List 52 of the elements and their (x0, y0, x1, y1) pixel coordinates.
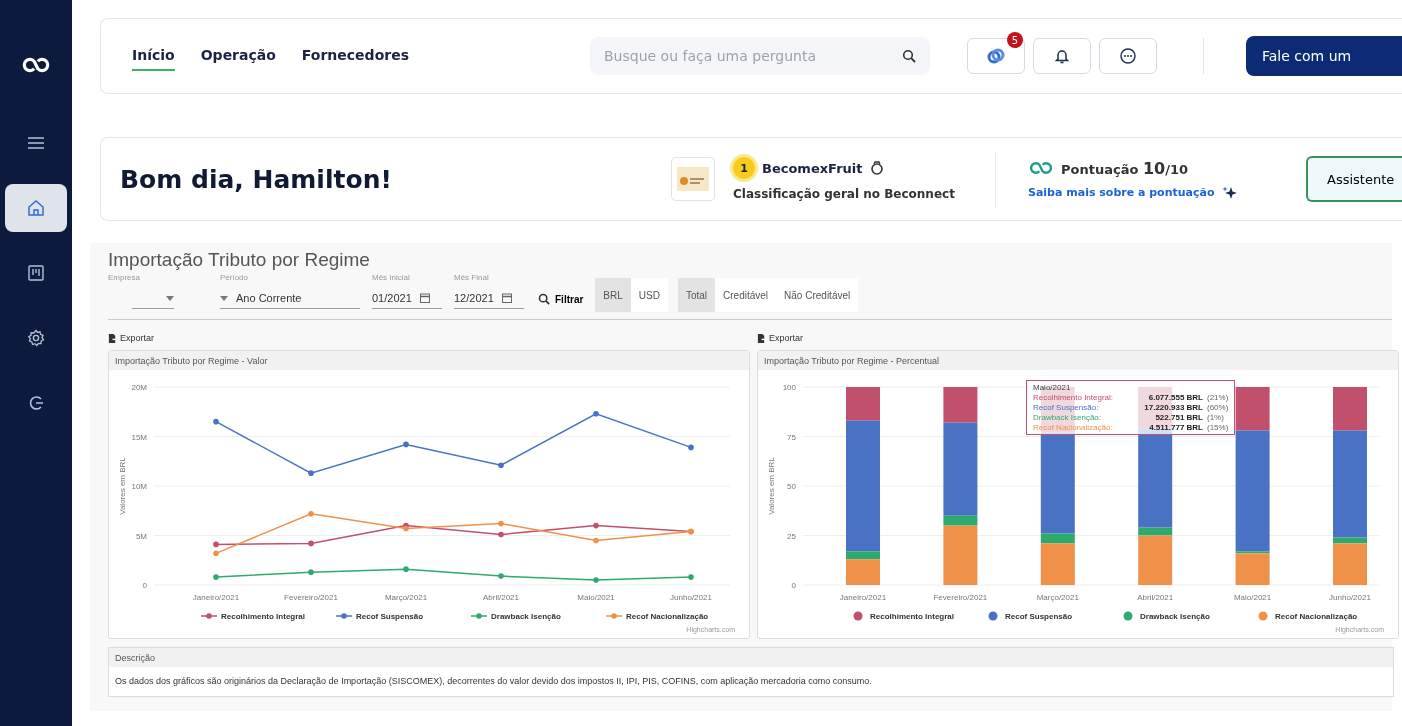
tooltip-value: 522.751 BRL (1154, 413, 1203, 422)
tooltip-value: 17.220.933 BRL (1143, 403, 1203, 412)
axis-tick-label: Fevereiro/2021 (284, 593, 338, 602)
axis-tick-label: 100 (782, 383, 796, 392)
axis-tick-label: 0 (791, 581, 796, 590)
axis-tick-label: 0 (142, 581, 147, 590)
axis-tick-label: Abril/2021 (1137, 593, 1174, 602)
axis-tick-label: Março/2021 (384, 593, 428, 602)
axis-tick-label: 20M (131, 383, 147, 392)
axis-tick-label: Março/2021 (1036, 593, 1079, 602)
description-text: Os dados dos gráficos são originários da Declaração de Importação (SISCOMEX), decorrentes do valor devido dos impostos II, IPI, PIS, COFINS, com aplicação mercadoria como consumo. (114, 675, 873, 688)
score-text: Pontuação 10/10 (1061, 158, 1188, 178)
tooltip-series: Drawback Isenção: (1033, 413, 1103, 422)
rank-medal: 1 (733, 157, 755, 179)
axis-tick-label: Janeiro/2021 (839, 593, 887, 602)
tooltip-series: Recof Nacionalização: (1033, 423, 1114, 432)
axis-title: Valores em BRL (118, 457, 127, 515)
tooltip-share: (15%) (1207, 423, 1229, 432)
field-label: Período (220, 273, 250, 282)
description-title: Descrição (109, 648, 1393, 667)
axis-tick-label: 5M (135, 531, 147, 541)
ranking-caption: Classificação geral no Beconnect (733, 187, 956, 201)
tooltip-series: Recolhimento Integral: (1033, 393, 1115, 402)
tooltip-value: 4.511.777 BRL (1148, 423, 1203, 432)
field-label: Empresa (108, 273, 141, 282)
axis-tick-label: 50 (787, 482, 796, 491)
axis-tick-label: 10M (131, 482, 147, 491)
axis-tick-label: Abril/2021 (483, 593, 519, 602)
axis-title: Valores em BRL (767, 457, 776, 515)
chart-title: Importação Tributo por Regime - Percentual (758, 351, 1398, 370)
company-name: BecomexFruit (762, 160, 863, 176)
axis-tick-label: 25 (787, 531, 796, 541)
tooltip-share: (21%) (1207, 393, 1229, 402)
axis-tick-label: 75 (787, 432, 796, 442)
tooltip-title: Maio/2021 (1033, 383, 1072, 392)
field-label: Mês Final (454, 273, 490, 282)
axis-tick-label: Fevereiro/2021 (933, 593, 988, 602)
greeting-title: Bom dia, Hamilton! (120, 164, 393, 194)
tooltip-series: Recof Suspensão: (1033, 403, 1100, 412)
notification-badge: 5 (1007, 32, 1023, 48)
tooltip-share: (1%) (1207, 413, 1224, 422)
axis-tick-label: Maio/2021 (577, 593, 615, 602)
tooltip-share: (60%) (1207, 403, 1229, 412)
axis-tick-label: Junho/2021 (670, 593, 712, 602)
axis-tick-label: 15M (131, 432, 147, 442)
tooltip-value: 6.077.555 BRL (1147, 393, 1203, 402)
axis-tick-label: Janeiro/2021 (192, 593, 240, 602)
report-title: Importação Tributo por Regime (108, 249, 371, 271)
axis-tick-label: Maio/2021 (1233, 593, 1272, 602)
field-label: Mês Inicial (372, 273, 411, 282)
chart-title: Importação Tributo por Regime - Valor (109, 351, 749, 370)
axis-tick-label: Junho/2021 (1329, 593, 1371, 602)
